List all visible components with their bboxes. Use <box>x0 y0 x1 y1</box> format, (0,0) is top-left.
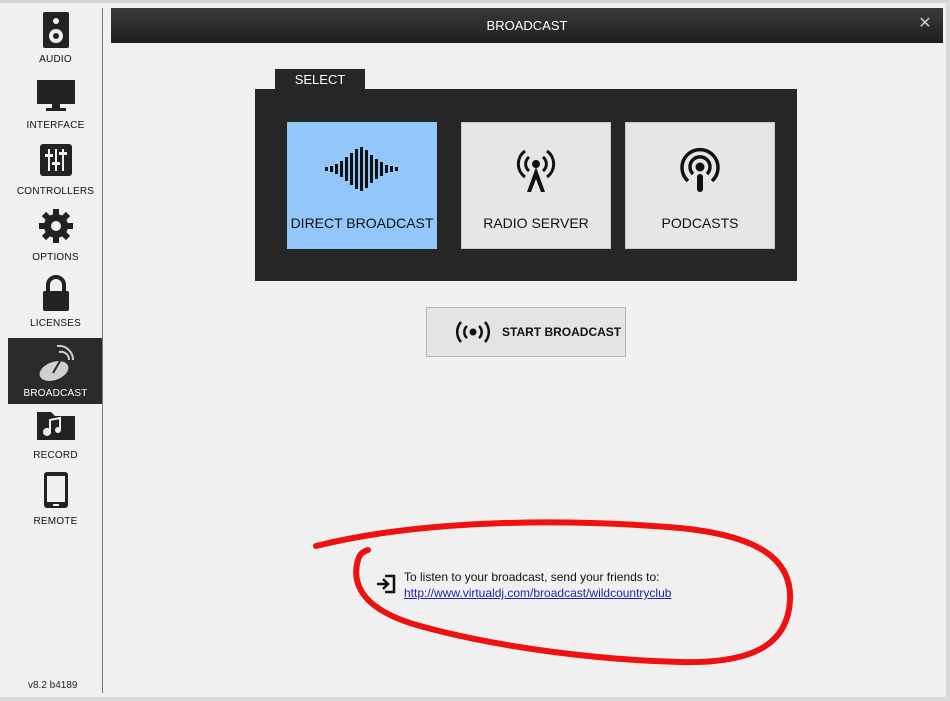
radio-tower-icon <box>462 147 610 197</box>
sidebar-item-label: OPTIONS <box>32 252 79 263</box>
share-instructions: To listen to your broadcast, send your f… <box>404 570 660 584</box>
broadcast-waves-icon <box>456 321 490 343</box>
sidebar-item-label: REMOTE <box>33 516 78 527</box>
start-broadcast-button[interactable]: START BROADCAST <box>426 307 626 357</box>
sidebar-item-options[interactable]: OPTIONS <box>8 198 103 264</box>
sidebar-divider <box>102 8 103 693</box>
close-icon[interactable]: ✕ <box>917 16 933 32</box>
sidebar-item-remote[interactable]: REMOTE <box>8 462 103 528</box>
lock-icon <box>8 274 103 314</box>
music-folder-icon <box>8 406 103 446</box>
podcast-icon <box>626 147 774 197</box>
sidebar-item-audio[interactable]: AUDIO <box>8 0 103 66</box>
radio-server-button[interactable]: RADIO SERVER <box>461 122 611 249</box>
sign-in-icon <box>377 574 396 594</box>
window-frame-bottom <box>0 697 950 701</box>
sidebar-item-interface[interactable]: INTERFACE <box>8 66 103 132</box>
speaker-icon <box>8 10 103 50</box>
window-titlebar: BROADCAST ✕ <box>111 8 943 43</box>
window-frame-top <box>0 0 950 3</box>
waveform-icon <box>288 147 436 197</box>
sliders-icon <box>8 142 103 182</box>
window-frame-right <box>946 0 950 701</box>
settings-sidebar: AUDIO INTERFACE CONTROLLERS OPTIONS LICE… <box>8 0 103 697</box>
window-title: BROADCAST <box>486 18 568 33</box>
monitor-icon <box>8 76 103 116</box>
sidebar-item-label: RECORD <box>33 450 78 461</box>
gear-icon <box>8 208 103 248</box>
sidebar-item-label: AUDIO <box>39 54 72 65</box>
sidebar-item-label: INTERFACE <box>26 120 85 131</box>
version-label: v8.2 b4189 <box>28 680 78 691</box>
sidebar-item-broadcast[interactable]: BROADCAST <box>8 338 103 404</box>
broadcast-link[interactable]: http://www.virtualdj.com/broadcast/wildc… <box>404 586 671 600</box>
option-label: DIRECT BROADCAST <box>290 215 434 231</box>
sidebar-item-controllers[interactable]: CONTROLLERS <box>8 132 103 198</box>
satellite-dish-icon <box>8 342 103 382</box>
podcasts-button[interactable]: PODCASTS <box>625 122 775 249</box>
select-tab: SELECT <box>275 69 365 90</box>
sidebar-item-record[interactable]: RECORD <box>8 396 103 462</box>
direct-broadcast-button[interactable]: DIRECT BROADCAST <box>287 122 437 249</box>
option-label: RADIO SERVER <box>483 215 589 231</box>
sidebar-item-label: CONTROLLERS <box>16 186 95 197</box>
option-label: PODCASTS <box>661 215 739 231</box>
start-broadcast-label: START BROADCAST <box>502 325 622 339</box>
sidebar-item-licenses[interactable]: LICENSES <box>8 264 103 330</box>
sidebar-item-label: LICENSES <box>29 318 82 329</box>
phone-icon <box>8 472 103 512</box>
